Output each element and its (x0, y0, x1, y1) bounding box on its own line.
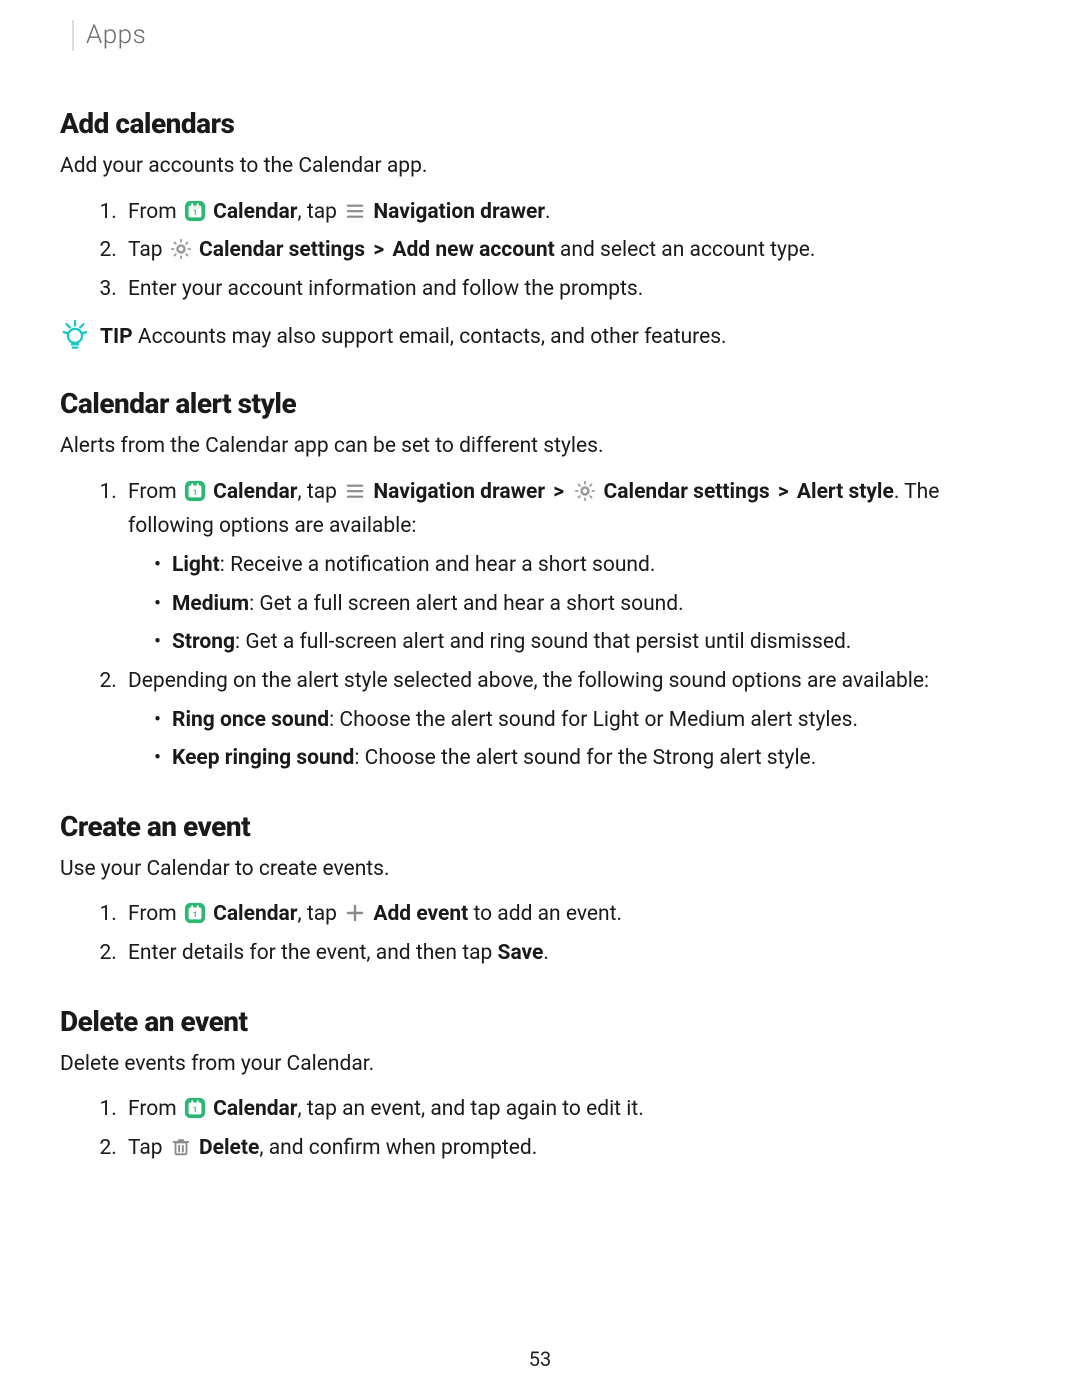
calendar-icon: 1 (184, 1097, 206, 1119)
list-item: Keep ringing sound: Choose the alert sou… (154, 741, 1020, 776)
list-item: Strong: Get a full-screen alert and ring… (154, 625, 1020, 660)
list-item: Light: Receive a notification and hear a… (154, 548, 1020, 583)
text: Calendar (213, 200, 297, 224)
text: : Receive a notification and hear a shor… (220, 553, 656, 577)
heading-calendar-alert-style: Calendar alert style (60, 387, 1020, 420)
text: and select an account type. (555, 238, 816, 262)
text: Medium (172, 592, 249, 616)
text: to add an event. (468, 902, 622, 926)
calendar-icon: 1 (184, 902, 206, 924)
text: Calendar (213, 902, 297, 926)
chevron-icon: > (778, 480, 789, 504)
navigation-drawer-icon (344, 480, 366, 502)
text: Delete (199, 1136, 259, 1160)
text: From (128, 480, 182, 504)
navigation-drawer-icon (344, 200, 366, 222)
text: . (543, 941, 549, 965)
steps-add-calendars: From 1 Calendar, tap Navigation drawer. … (60, 195, 1020, 307)
text: Tap (128, 238, 168, 262)
text: , tap an event, and tap again to edit it… (297, 1097, 643, 1121)
text: Add event (373, 902, 468, 926)
document-page: Apps Add calendars Add your accounts to … (0, 0, 1080, 1397)
svg-text:1: 1 (193, 208, 197, 217)
intro-calendar-alert-style: Alerts from the Calendar app can be set … (60, 430, 1020, 463)
text: , tap (297, 200, 342, 224)
gear-icon (170, 238, 192, 260)
calendar-icon: 1 (184, 200, 206, 222)
breadcrumb: Apps (72, 20, 1020, 51)
calendar-icon: 1 (184, 480, 206, 502)
heading-delete-event: Delete an event (60, 1005, 1020, 1038)
text: Depending on the alert style selected ab… (128, 669, 929, 693)
heading-add-calendars: Add calendars (60, 107, 1020, 140)
text: : Choose the alert sound for the Strong … (354, 746, 816, 770)
text: : Get a full-screen alert and ring sound… (235, 630, 851, 654)
list-item: Ring once sound: Choose the alert sound … (154, 703, 1020, 738)
text: Navigation drawer (373, 480, 545, 504)
text: From (128, 1097, 182, 1121)
intro-delete-event: Delete events from your Calendar. (60, 1048, 1020, 1081)
text: , tap (297, 902, 342, 926)
tip-label: TIP (100, 325, 133, 349)
text: Save (498, 941, 544, 965)
heading-create-event: Create an event (60, 810, 1020, 843)
text: Alert style (797, 480, 894, 504)
gear-icon (574, 480, 596, 502)
chevron-icon: > (553, 480, 564, 504)
text: Calendar settings (199, 238, 365, 262)
list-item: From 1 Calendar, tap an event, and tap a… (122, 1092, 1020, 1127)
trash-icon (170, 1136, 192, 1158)
list-item: Enter details for the event, and then ta… (122, 936, 1020, 971)
list-item: Enter your account information and follo… (122, 272, 1020, 307)
tip-block: TIP Accounts may also support email, con… (60, 321, 1020, 354)
list-item: Tap Calendar settings > Add new account … (122, 233, 1020, 268)
list-item: Medium: Get a full screen alert and hear… (154, 587, 1020, 622)
page-number: 53 (0, 1347, 1080, 1371)
svg-text:1: 1 (193, 1105, 197, 1114)
text: From (128, 902, 182, 926)
chevron-icon: > (373, 238, 384, 262)
text: Calendar settings (604, 480, 770, 504)
text: . (545, 200, 551, 224)
intro-add-calendars: Add your accounts to the Calendar app. (60, 150, 1020, 183)
steps-create-event: From 1 Calendar, tap Add event to add an… (60, 897, 1020, 970)
text: , tap (297, 480, 342, 504)
list-item: From 1 Calendar, tap Navigation drawer >… (122, 475, 1020, 660)
text: Enter details for the event, and then ta… (128, 941, 498, 965)
list-item: From 1 Calendar, tap Add event to add an… (122, 897, 1020, 932)
svg-text:1: 1 (193, 488, 197, 497)
list-item: From 1 Calendar, tap Navigation drawer. (122, 195, 1020, 230)
text: Accounts may also support email, contact… (133, 325, 727, 349)
text: Navigation drawer (373, 200, 545, 224)
sound-options: Ring once sound: Choose the alert sound … (128, 703, 1020, 776)
list-item: Tap Delete, and confirm when prompted. (122, 1131, 1020, 1166)
intro-create-event: Use your Calendar to create events. (60, 853, 1020, 886)
text: , and confirm when prompted. (259, 1136, 537, 1160)
tip-text: TIP Accounts may also support email, con… (100, 321, 727, 354)
text: From (128, 200, 182, 224)
text: Calendar (213, 480, 297, 504)
text: Ring once sound (172, 708, 329, 732)
svg-text:1: 1 (193, 911, 197, 920)
text: Tap (128, 1136, 168, 1160)
text: Calendar (213, 1097, 297, 1121)
text: : Choose the alert sound for Light or Me… (329, 708, 858, 732)
plus-icon (344, 902, 366, 924)
text: Light (172, 553, 220, 577)
alert-style-options: Light: Receive a notification and hear a… (128, 548, 1020, 660)
list-item: Depending on the alert style selected ab… (122, 664, 1020, 776)
steps-delete-event: From 1 Calendar, tap an event, and tap a… (60, 1092, 1020, 1165)
text: : Get a full screen alert and hear a sho… (249, 592, 684, 616)
text: Keep ringing sound (172, 746, 354, 770)
text: Add new account (392, 238, 554, 262)
lightbulb-tip-icon (60, 319, 90, 351)
text: Strong (172, 630, 235, 654)
steps-calendar-alert-style: From 1 Calendar, tap Navigation drawer >… (60, 475, 1020, 776)
